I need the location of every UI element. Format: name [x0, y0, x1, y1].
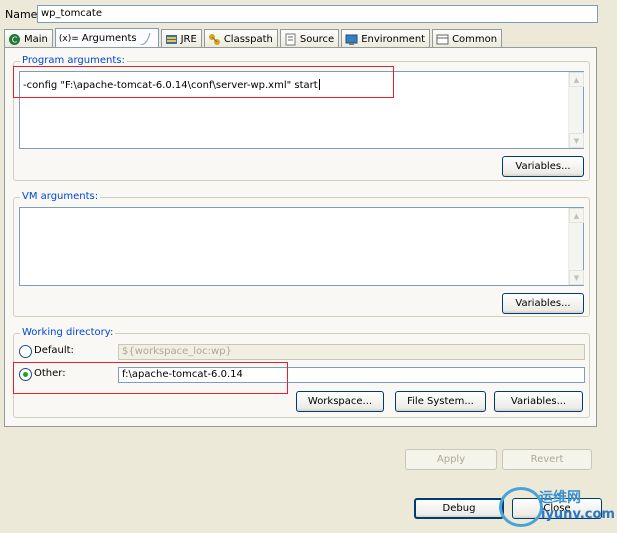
- tab-common-label: Common: [452, 33, 498, 45]
- tab-environment-label: Environment: [361, 33, 426, 45]
- classpath-icon: [208, 33, 221, 46]
- working-directory-title: Working directory:: [20, 327, 116, 339]
- jre-icon: [165, 33, 178, 46]
- tab-source[interactable]: Source: [279, 29, 340, 48]
- file-system-button[interactable]: File System...: [395, 391, 486, 412]
- tab-bar: C Main (x)= Arguments JRE Classpath Sour…: [4, 28, 504, 48]
- tab-jre-label: JRE: [180, 33, 197, 45]
- working-directory-highlight: [13, 362, 288, 394]
- scroll-up-icon[interactable]: ▲: [569, 208, 584, 223]
- scroll-up-icon[interactable]: ▲: [569, 72, 584, 87]
- tab-classpath-label: Classpath: [223, 33, 273, 45]
- default-label: Default:: [34, 345, 74, 356]
- tab-classpath[interactable]: Classpath: [203, 29, 278, 48]
- name-label: Name:: [5, 8, 42, 21]
- environment-icon: [345, 33, 358, 46]
- vm-arguments-title: VM arguments:: [20, 191, 101, 203]
- watermark-en: iyunv.com: [541, 507, 615, 522]
- watermark-cn: 运维网: [539, 490, 581, 506]
- vm-arguments-group: VM arguments: ▲ ▼ Variables...: [13, 191, 590, 317]
- tab-main[interactable]: C Main: [4, 29, 53, 48]
- tab-arguments[interactable]: (x)= Arguments: [54, 28, 159, 48]
- default-directory-field: ${workspace_loc:wp}: [118, 344, 585, 360]
- working-directory-variables-button[interactable]: Variables...: [494, 391, 583, 412]
- vm-arguments-textarea[interactable]: ▲ ▼: [19, 207, 584, 286]
- revert-button[interactable]: Revert: [502, 449, 592, 470]
- tab-source-label: Source: [299, 33, 335, 45]
- default-radio[interactable]: [19, 345, 32, 358]
- tab-environment[interactable]: Environment: [341, 29, 431, 48]
- vm-arguments-scrollbar[interactable]: ▲ ▼: [568, 208, 584, 285]
- workspace-button[interactable]: Workspace...: [296, 391, 384, 412]
- apply-button[interactable]: Apply: [405, 449, 497, 470]
- program-arguments-scrollbar[interactable]: ▲ ▼: [568, 72, 584, 148]
- scroll-down-icon[interactable]: ▼: [569, 270, 584, 285]
- watermark-circle-icon: [499, 487, 543, 527]
- vm-variables-button[interactable]: Variables...: [502, 293, 584, 314]
- tab-common[interactable]: Common: [432, 29, 503, 48]
- common-icon: [436, 33, 449, 46]
- debug-button[interactable]: Debug: [414, 498, 504, 519]
- tab-arguments-label: Arguments: [81, 33, 137, 44]
- arguments-icon: (x)=: [58, 33, 79, 44]
- name-input[interactable]: wp_tomcate: [37, 5, 598, 23]
- program-arguments-highlight: [13, 66, 394, 98]
- program-variables-button[interactable]: Variables...: [502, 156, 584, 177]
- scroll-down-icon[interactable]: ▼: [569, 133, 584, 148]
- svg-text:C: C: [12, 35, 18, 44]
- watermark-logo: 运维网 iyunv.com: [499, 487, 615, 527]
- source-icon: [284, 33, 297, 46]
- tab-jre[interactable]: JRE: [160, 29, 202, 48]
- main-icon: C: [8, 33, 21, 46]
- tab-curve-icon: [139, 32, 151, 45]
- tab-main-label: Main: [24, 33, 48, 45]
